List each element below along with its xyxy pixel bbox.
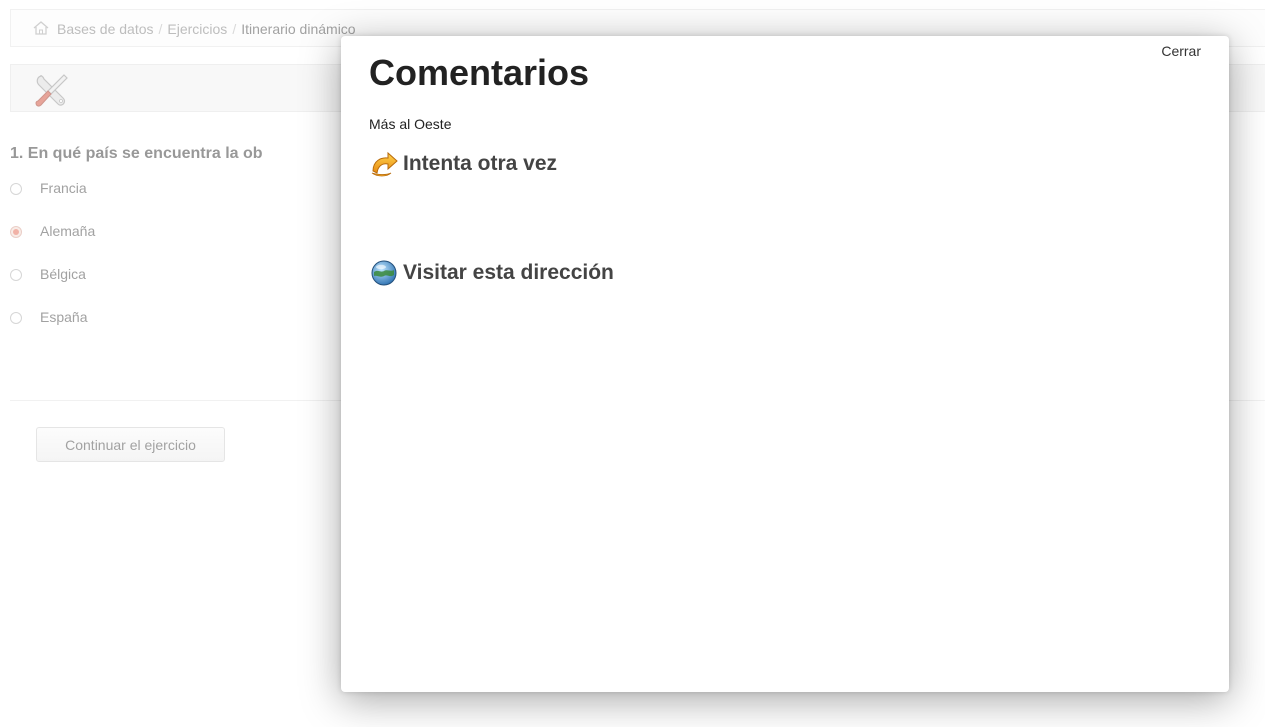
- feedback-text: Más al Oeste: [369, 116, 452, 132]
- visit-address-link[interactable]: Visitar esta dirección: [369, 258, 614, 288]
- retry-label: Intenta otra vez: [403, 152, 558, 175]
- retry-link[interactable]: Intenta otra vez: [369, 149, 557, 179]
- retry-icon: [371, 151, 398, 177]
- modal-title: Comentarios: [369, 52, 590, 93]
- close-button[interactable]: Cerrar: [1161, 43, 1201, 59]
- globe-icon: [371, 260, 397, 286]
- page: Bases de datos / Ejercicios / Itinerario din…: [0, 0, 1265, 727]
- visit-label: Visitar esta dirección: [403, 261, 614, 284]
- feedback-modal: Cerrar Comentarios Más al Oeste Intenta …: [341, 36, 1229, 692]
